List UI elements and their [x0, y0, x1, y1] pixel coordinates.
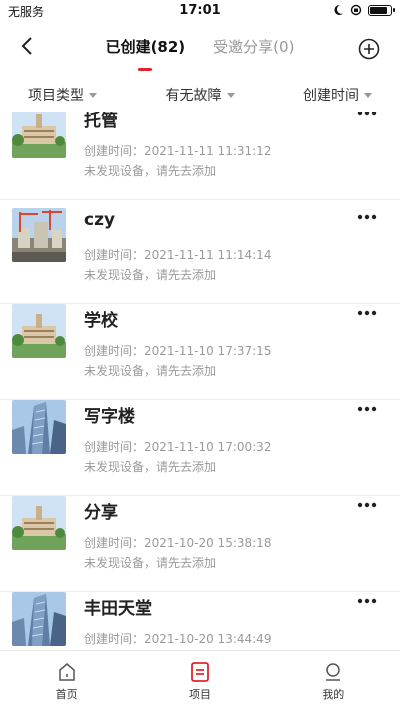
tab-profile-label: 我的: [322, 688, 345, 701]
project-thumbnail: [12, 496, 66, 550]
filter-created-time-label: 创建时间: [303, 88, 359, 104]
project-item[interactable]: 丰田天堂创建时间：2021-10-20 13:44:49: [0, 592, 400, 649]
more-options-icon[interactable]: [356, 212, 378, 222]
add-project-button[interactable]: [358, 38, 380, 60]
tab-shared[interactable]: 受邀分享(0): [213, 36, 294, 57]
caret-down-icon: [226, 92, 235, 98]
project-thumbnail: [12, 112, 66, 158]
project-created-time: 创建时间：2021-10-20 15:38:18: [84, 536, 272, 550]
project-name: 分享: [84, 503, 118, 523]
filter-project-type-label: 项目类型: [28, 88, 84, 104]
project-created-time: 创建时间：2021-11-11 11:31:12: [84, 144, 272, 158]
project-device-status: 未发现设备，请先去添加: [84, 556, 217, 570]
project-created-time: 创建时间：2021-11-11 11:14:14: [84, 248, 272, 262]
filter-fault-label: 有无故障: [165, 88, 222, 104]
project-created-time: 创建时间：2021-11-10 17:37:15: [84, 344, 272, 358]
tab-created-label: 已创建(82): [105, 38, 186, 56]
project-item[interactable]: 写字楼创建时间：2021-11-10 17:00:32 未发现设备，请先去添加: [0, 400, 400, 496]
filter-created-time[interactable]: 创建时间: [303, 80, 372, 110]
more-options-icon[interactable]: [356, 404, 378, 414]
project-created-time: 创建时间：2021-10-20 13:44:49: [84, 632, 272, 646]
home-icon: [58, 663, 75, 681]
tab-project-label: 项目: [188, 688, 211, 701]
status-bar: 无服务 17:01: [0, 0, 400, 22]
caret-down-icon: [89, 92, 97, 98]
battery-icon: [368, 4, 395, 16]
project-item[interactable]: 学校创建时间：2021-11-10 17:37:15 未发现设备，请先去添加: [0, 304, 400, 400]
project-item[interactable]: 托管创建时间：2021-11-11 11:31:12 未发现设备，请先去添加: [0, 112, 400, 200]
project-device-status: 未发现设备，请先去添加: [84, 164, 217, 178]
project-device-status: 未发现设备，请先去添加: [84, 268, 217, 282]
project-thumbnail: [12, 208, 66, 262]
project-device-status: 未发现设备，请先去添加: [84, 460, 217, 474]
project-list: 托管 创建时间：2021-11-11 11:31:12 未发现设备，请先去添加 czy…: [0, 112, 400, 649]
nav-header: 已创建(82) 受邀分享(0): [0, 22, 400, 76]
project-device-status: 未发现设备，请先去添加: [84, 364, 217, 378]
active-tab-indicator: [138, 68, 153, 71]
filter-bar: 项目类型 有无故障 创建时间: [0, 80, 400, 110]
project-thumbnail: [12, 592, 66, 646]
more-options-icon[interactable]: [356, 500, 378, 510]
project-item[interactable]: czy 创建时间：2021-11-11 11:14:14 未发现设备，请先去添加: [0, 208, 400, 304]
caret-down-icon: [364, 92, 372, 98]
project-name: 写字楼: [84, 407, 135, 427]
project-icon: [191, 662, 209, 682]
project-thumbnail: [12, 304, 66, 358]
project-tabs: 已创建(82) 受邀分享(0): [0, 36, 400, 71]
moon-icon: [334, 4, 343, 15]
orientation-lock-icon: [350, 4, 362, 16]
profile-icon: [326, 663, 341, 681]
status-icons: [332, 4, 395, 16]
filter-fault[interactable]: 有无故障: [166, 80, 235, 110]
project-item[interactable]: 分享创建时间：2021-10-20 15:38:18 未发现设备，请先去添加: [0, 496, 400, 592]
more-options-icon[interactable]: [356, 112, 378, 118]
project-name: czy: [84, 210, 116, 230]
tab-home-label: 首页: [55, 688, 78, 701]
tab-created[interactable]: 已创建(82): [105, 36, 186, 71]
bottom-tab-bar: 首页 项目 我的: [0, 650, 400, 710]
tab-home[interactable]: 首页: [0, 651, 133, 710]
project-name: 丰田天堂: [84, 599, 152, 619]
project-thumbnail: [12, 400, 66, 454]
project-name: 学校: [84, 311, 118, 331]
project-name: 托管: [84, 112, 118, 131]
tab-project[interactable]: 项目: [133, 651, 266, 710]
more-options-icon[interactable]: [356, 308, 378, 318]
more-options-icon[interactable]: [356, 596, 378, 606]
tab-profile[interactable]: 我的: [267, 651, 400, 710]
tab-shared-label: 受邀分享(0): [213, 38, 295, 56]
filter-project-type[interactable]: 项目类型: [28, 80, 97, 110]
project-created-time: 创建时间：2021-11-10 17:00:32: [84, 440, 272, 454]
